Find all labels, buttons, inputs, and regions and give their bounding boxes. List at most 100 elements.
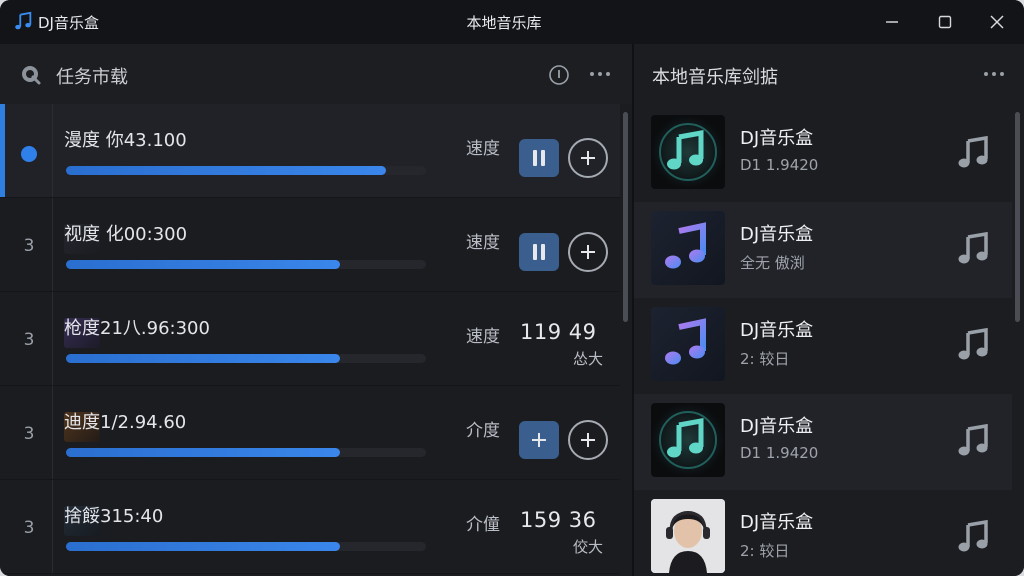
music-note-icon[interactable] — [954, 325, 994, 365]
pause-button[interactable] — [519, 139, 559, 177]
album-cover — [651, 307, 725, 381]
track-title: DJ音乐盒 — [740, 224, 814, 245]
more-icon[interactable] — [587, 66, 613, 82]
speed-label: 介度 — [466, 421, 500, 441]
library-list: DJ音乐盒 D1 1.9420 DJ音乐盒 全无 傲渕 DJ音乐盒 2: 较日 … — [634, 106, 1012, 576]
task-panel-title: 任务市载 — [56, 67, 128, 88]
add-task-button[interactable] — [519, 421, 559, 459]
track-meta: 全无 傲渕 — [740, 254, 805, 272]
track-meta: D1 1.9420 — [740, 444, 819, 462]
progress-bar — [66, 260, 426, 269]
task-index: 3 — [23, 236, 35, 256]
task-index: 3 — [23, 518, 35, 538]
scrollbar-thumb[interactable] — [623, 112, 628, 322]
track-meta: D1 1.9420 — [740, 156, 819, 174]
progress-fill — [66, 448, 340, 457]
task-index: 3 — [23, 424, 35, 444]
app-window: DJ音乐盒 本地音乐库 任务市载 漫度 你43.100 速度 3 视度 化00:… — [0, 0, 1024, 576]
plus-icon — [581, 433, 595, 447]
task-scrollbar[interactable] — [620, 104, 632, 576]
pause-icon — [533, 150, 545, 166]
progress-fill — [66, 260, 340, 269]
task-row[interactable]: 3 捨餒315:40 介僮 159 36 佼大 — [0, 480, 620, 574]
plus-icon — [532, 433, 546, 447]
task-row[interactable]: 3 迪度1/2.94.60 介度 — [0, 386, 620, 480]
library-item[interactable]: DJ音乐盒 2: 较日 — [634, 490, 1012, 576]
info-icon[interactable] — [548, 64, 570, 86]
close-button[interactable] — [982, 9, 1012, 35]
title-bar: DJ音乐盒 本地音乐库 — [0, 0, 1024, 44]
speed-label: 速度 — [466, 233, 500, 253]
scrollbar-thumb[interactable] — [1015, 112, 1020, 322]
speed-label: 速度 — [466, 327, 500, 347]
library-header: 本地音乐库剑掂 — [634, 44, 1024, 106]
progress-bar — [66, 166, 426, 175]
plus-icon — [581, 245, 595, 259]
speed-unit: 怂大 — [573, 350, 604, 368]
pause-icon — [533, 244, 545, 260]
music-note-icon — [659, 411, 717, 469]
progress-fill — [66, 354, 340, 363]
library-item[interactable]: DJ音乐盒 全无 傲渕 — [634, 202, 1012, 298]
maximize-icon — [938, 15, 952, 29]
portrait-icon — [651, 499, 725, 573]
artist-photo — [651, 499, 725, 573]
library-scrollbar[interactable] — [1012, 106, 1024, 576]
add-button[interactable] — [568, 138, 608, 178]
music-note-icon[interactable] — [954, 229, 994, 269]
music-note-icon — [659, 123, 717, 181]
pause-button[interactable] — [519, 233, 559, 271]
library-panel: 本地音乐库剑掂 DJ音乐盒 D1 1.9420 DJ音乐盒 全无 傲渕 DJ音乐… — [634, 44, 1024, 576]
plus-icon — [581, 151, 595, 165]
more-icon[interactable] — [981, 66, 1007, 82]
music-note-icon — [665, 222, 706, 269]
selection-indicator — [0, 104, 5, 197]
active-dot-icon — [21, 146, 37, 162]
search-icon[interactable] — [20, 64, 42, 86]
task-name: 枪度21八.96:300 — [64, 318, 210, 339]
speed-value: 159 36 — [520, 508, 597, 532]
maximize-button[interactable] — [930, 9, 960, 35]
add-button[interactable] — [568, 232, 608, 272]
album-cover — [651, 115, 725, 189]
minimize-button[interactable] — [877, 9, 907, 35]
album-cover — [651, 403, 725, 477]
track-title: DJ音乐盒 — [740, 128, 814, 149]
track-title: DJ音乐盒 — [740, 320, 814, 341]
music-note-icon — [665, 318, 706, 365]
track-title: DJ音乐盒 — [740, 416, 814, 437]
track-meta: 2: 较日 — [740, 350, 790, 368]
progress-fill — [66, 542, 340, 551]
task-panel: 任务市载 漫度 你43.100 速度 3 视度 化00:300 速度 3 枪度2… — [0, 44, 632, 576]
add-button[interactable] — [568, 420, 608, 460]
speed-label: 速度 — [466, 139, 500, 159]
window-title: 本地音乐库 — [466, 14, 542, 32]
task-name: 漫度 你43.100 — [64, 130, 187, 151]
task-index: 3 — [23, 330, 35, 350]
music-note-icon[interactable] — [954, 517, 994, 557]
task-name: 捨餒315:40 — [64, 506, 164, 527]
library-item[interactable]: DJ音乐盒 D1 1.9420 — [634, 106, 1012, 202]
album-cover — [651, 211, 725, 285]
library-title: 本地音乐库剑掂 — [652, 67, 778, 88]
music-note-icon[interactable] — [954, 133, 994, 173]
task-name: 迪度1/2.94.60 — [64, 412, 187, 433]
music-note-icon[interactable] — [954, 421, 994, 461]
progress-bar — [66, 448, 426, 457]
track-meta: 2: 较日 — [740, 542, 790, 560]
task-list: 漫度 你43.100 速度 3 视度 化00:300 速度 3 枪度21八.96… — [0, 104, 620, 576]
task-row[interactable]: 3 视度 化00:300 速度 — [0, 198, 620, 292]
speed-label: 介僮 — [466, 515, 500, 535]
speed-value: 119 49 — [520, 320, 597, 344]
progress-fill — [66, 166, 387, 175]
close-icon — [990, 15, 1004, 29]
progress-bar — [66, 354, 426, 363]
progress-bar — [66, 542, 426, 551]
library-item[interactable]: DJ音乐盒 2: 较日 — [634, 298, 1012, 394]
task-row[interactable]: 3 枪度21八.96:300 速度 119 49 怂大 — [0, 292, 620, 386]
task-name: 视度 化00:300 — [64, 224, 188, 245]
task-row[interactable]: 漫度 你43.100 速度 — [0, 104, 620, 198]
speed-unit: 佼大 — [573, 538, 604, 556]
library-item[interactable]: DJ音乐盒 D1 1.9420 — [634, 394, 1012, 490]
track-title: DJ音乐盒 — [740, 512, 814, 533]
